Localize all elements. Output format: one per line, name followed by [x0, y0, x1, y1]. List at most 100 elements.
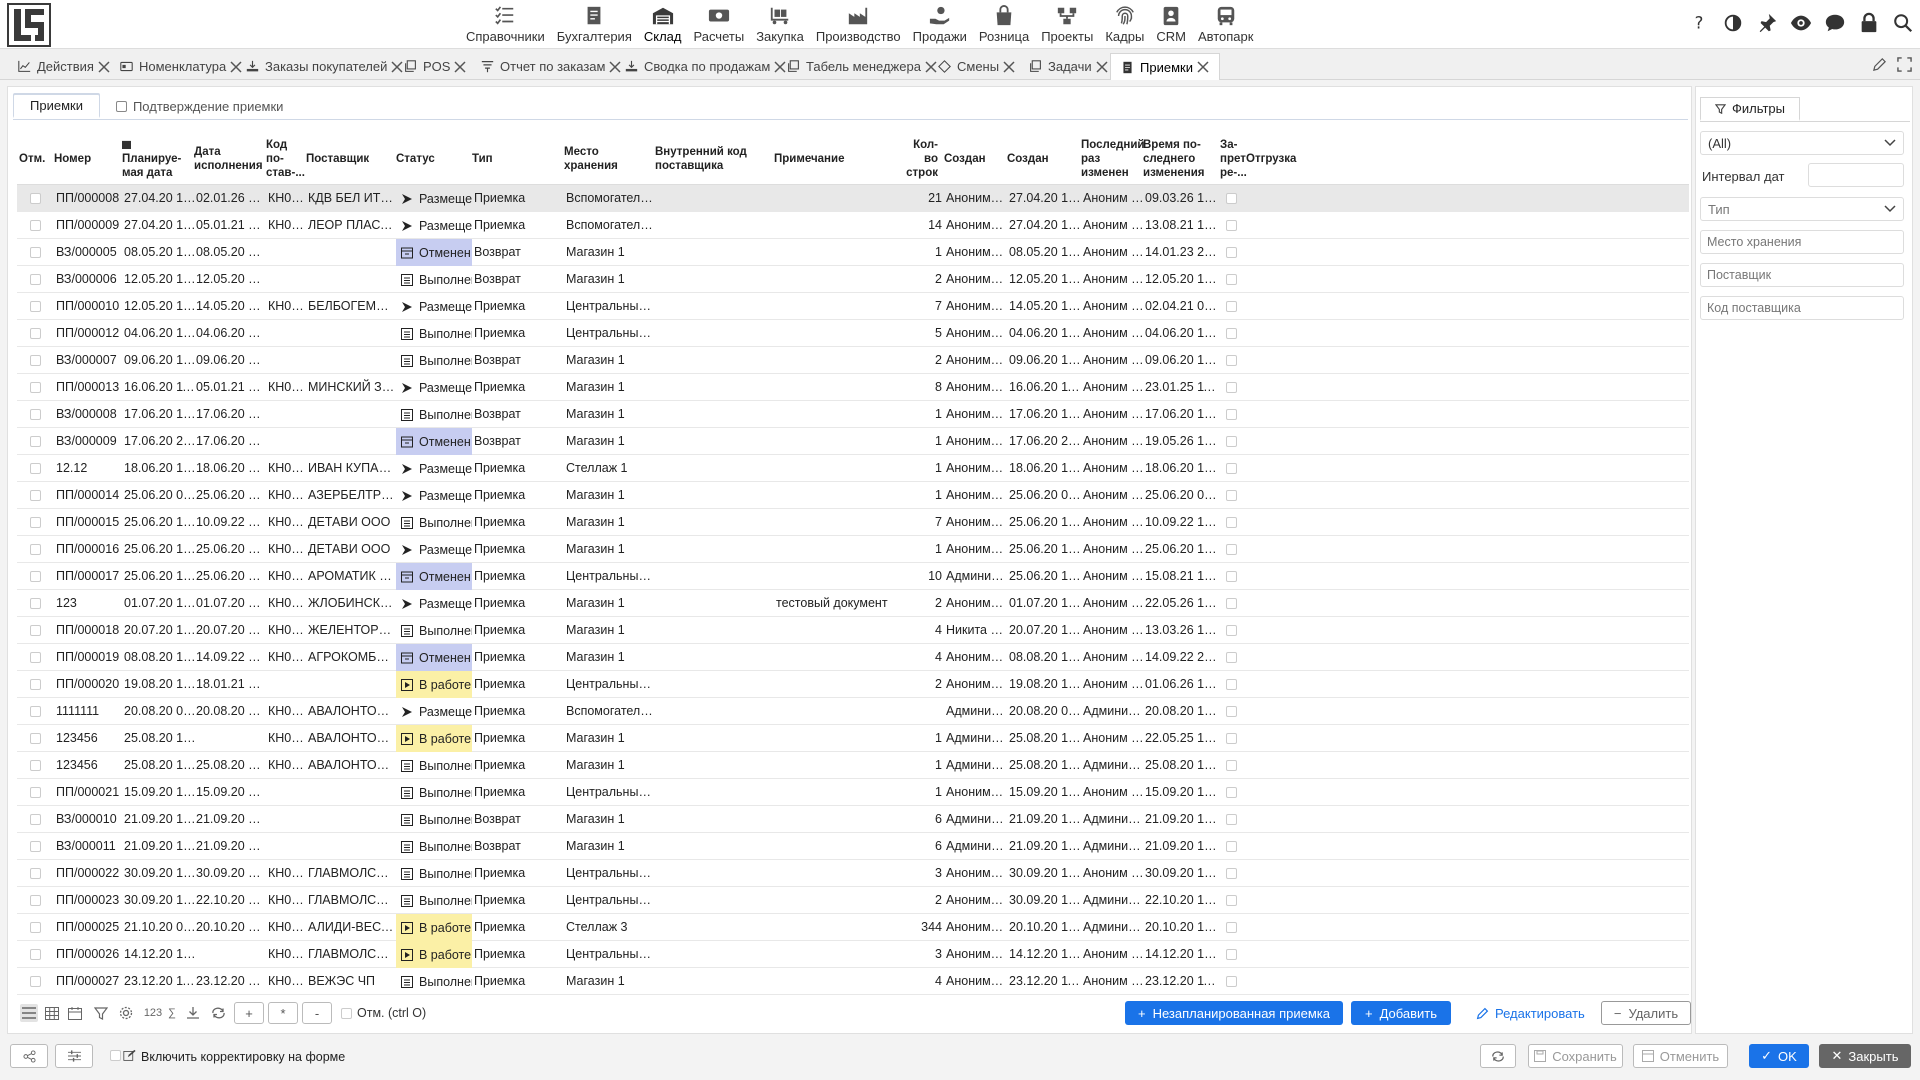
module-money[interactable]: Расчеты: [687, 0, 750, 49]
row-ban-checkbox[interactable]: [1226, 328, 1237, 339]
row-ban-checkbox[interactable]: [1226, 409, 1237, 420]
column-header-int-code[interactable]: Внутренний код поставщика: [655, 132, 773, 185]
row-checkbox[interactable]: [30, 706, 41, 717]
row-checkbox[interactable]: [30, 787, 41, 798]
table-row[interactable]: ПП/00001316.06.20 11:4605.01.21 23:14КН0…: [17, 374, 1689, 401]
filter-icon[interactable]: [92, 1004, 110, 1022]
share-button[interactable]: [10, 1044, 48, 1068]
column-header-modified-at[interactable]: Время по-следнего изменения: [1143, 132, 1218, 185]
row-ban-checkbox[interactable]: [1226, 868, 1237, 879]
app-logo[interactable]: [7, 3, 51, 47]
table-row[interactable]: ПП/00002115.09.20 15:1615.09.20 15:17Вып…: [17, 779, 1689, 806]
table-row[interactable]: ПП/00002723.12.20 11:3923.12.20 11:40КН0…: [17, 968, 1689, 995]
close-tab-icon[interactable]: [98, 60, 110, 73]
table-row[interactable]: ПП/00002330.09.20 16:4522.10.20 12:30КН0…: [17, 887, 1689, 914]
ok-button[interactable]: ✓ OK: [1749, 1044, 1809, 1068]
row-ban-checkbox[interactable]: [1226, 517, 1237, 528]
row-checkbox[interactable]: [30, 517, 41, 528]
add-button[interactable]: + Добавить: [1351, 1001, 1451, 1025]
add-row-button[interactable]: +: [234, 1002, 264, 1024]
row-ban-checkbox[interactable]: [1226, 814, 1237, 825]
close-tab-icon[interactable]: [230, 60, 242, 73]
row-checkbox[interactable]: [30, 301, 41, 312]
edit-button[interactable]: Редактировать: [1476, 1001, 1585, 1025]
table-row[interactable]: ПП/00001012.05.20 18:1814.05.20 17:30КН0…: [17, 293, 1689, 320]
row-checkbox[interactable]: [30, 760, 41, 771]
supplier-input[interactable]: Поставщик: [1700, 263, 1904, 287]
table-row[interactable]: ПП/00001425.06.20 09:4725.06.20 09:49КН0…: [17, 482, 1689, 509]
table-row[interactable]: 12345625.08.20 17:4225.08.20 17:44КН00..…: [17, 752, 1689, 779]
doc-tab-5[interactable]: Сводка по продажам: [625, 53, 786, 80]
sum-icon[interactable]: ∑: [163, 1004, 181, 1022]
row-checkbox[interactable]: [30, 571, 41, 582]
row-ban-checkbox[interactable]: [1226, 760, 1237, 771]
column-header-note[interactable]: Примечание: [774, 132, 904, 185]
cancel-button[interactable]: Отменить: [1633, 1044, 1728, 1068]
tab-receipt-confirmation[interactable]: Подтверждение приемки: [100, 94, 300, 118]
calendar-view-icon[interactable]: [66, 1004, 84, 1022]
save-button[interactable]: Сохранить: [1528, 1044, 1623, 1068]
row-checkbox[interactable]: [30, 274, 41, 285]
column-header-supplier[interactable]: Поставщик: [306, 132, 394, 185]
column-header-storage[interactable]: Место хранения: [564, 132, 654, 185]
column-header-number[interactable]: Номер: [54, 132, 120, 185]
lock-icon[interactable]: [1858, 12, 1880, 34]
edit-pencil-icon[interactable]: [1872, 57, 1887, 72]
column-header-created-at[interactable]: Создан: [1007, 132, 1079, 185]
column-header-exec[interactable]: Дата исполнения: [194, 132, 264, 185]
table-row[interactable]: ВЗ/00000917.06.20 22:0117.06.20 22:01Отм…: [17, 428, 1689, 455]
row-checkbox[interactable]: [30, 733, 41, 744]
close-button[interactable]: ✕ Закрыть: [1819, 1044, 1911, 1068]
correction-checkbox[interactable]: [110, 1050, 121, 1061]
close-tab-icon[interactable]: [391, 60, 403, 73]
search-icon[interactable]: [1892, 12, 1914, 34]
mark-checkbox[interactable]: [341, 1008, 352, 1019]
row-checkbox[interactable]: [30, 652, 41, 663]
reload-button[interactable]: [1480, 1044, 1516, 1068]
module-bus[interactable]: Автопарк: [1192, 0, 1260, 49]
row-ban-checkbox[interactable]: [1226, 544, 1237, 555]
column-header-status[interactable]: Статус: [396, 132, 470, 185]
row-checkbox[interactable]: [30, 679, 41, 690]
column-header-modified-by[interactable]: Последний раз изменен: [1081, 132, 1144, 185]
theme-contrast-icon[interactable]: [1722, 12, 1744, 34]
table-row[interactable]: ПП/00001625.06.20 10:4025.06.20 10:40КН0…: [17, 536, 1689, 563]
row-ban-checkbox[interactable]: [1226, 193, 1237, 204]
table-row[interactable]: ПП/000026 14.12.20 12:09 КН00...ГЛАВМОЛСНА…: [17, 941, 1689, 968]
module-ledger[interactable]: Бухгалтерия: [551, 0, 638, 49]
module-fingerprint[interactable]: Кадры: [1099, 0, 1150, 49]
row-checkbox[interactable]: [30, 436, 41, 447]
row-checkbox[interactable]: [30, 814, 41, 825]
table-row[interactable]: 12301.07.20 17:2801.07.20 17:28КН03...ЖЛ…: [17, 590, 1689, 617]
close-tab-icon[interactable]: [925, 60, 937, 73]
close-tab-icon[interactable]: [774, 60, 786, 73]
row-ban-checkbox[interactable]: [1226, 598, 1237, 609]
export-download-icon[interactable]: [184, 1004, 202, 1022]
row-ban-checkbox[interactable]: [1226, 355, 1237, 366]
date-interval-input[interactable]: [1808, 163, 1904, 187]
table-row[interactable]: 12.1218.06.20 15:0918.06.20 15:09КН01...…: [17, 455, 1689, 482]
refresh-icon[interactable]: [209, 1004, 227, 1022]
settings-gear-icon[interactable]: [117, 1004, 135, 1022]
row-ban-checkbox[interactable]: [1226, 220, 1237, 231]
row-checkbox[interactable]: [30, 544, 41, 555]
module-crm[interactable]: CRM: [1150, 0, 1192, 49]
close-tab-icon[interactable]: [609, 60, 621, 73]
grid-view-icon[interactable]: [43, 1004, 61, 1022]
doc-tab-6[interactable]: Табель менеджера: [787, 53, 937, 80]
module-factory[interactable]: Производство: [810, 0, 907, 49]
row-ban-checkbox[interactable]: [1226, 625, 1237, 636]
module-cart[interactable]: Закупка: [750, 0, 810, 49]
row-checkbox[interactable]: [30, 409, 41, 420]
row-ban-checkbox[interactable]: [1226, 976, 1237, 987]
pin-icon[interactable]: [1756, 12, 1778, 34]
table-row[interactable]: ВЗ/00000817.06.20 14:3417.06.20 14:34Вып…: [17, 401, 1689, 428]
table-row[interactable]: ПП/00000827.04.20 15:4302.01.26 11:24КН0…: [17, 185, 1689, 212]
table-row[interactable]: ПП/00000927.04.20 15:4405.01.21 23:14КН0…: [17, 212, 1689, 239]
chat-icon[interactable]: [1824, 12, 1846, 34]
close-tab-icon[interactable]: [1003, 60, 1015, 73]
row-ban-checkbox[interactable]: [1226, 301, 1237, 312]
row-ban-checkbox[interactable]: [1226, 247, 1237, 258]
type-select[interactable]: Тип: [1700, 197, 1904, 221]
row-ban-checkbox[interactable]: [1226, 949, 1237, 960]
